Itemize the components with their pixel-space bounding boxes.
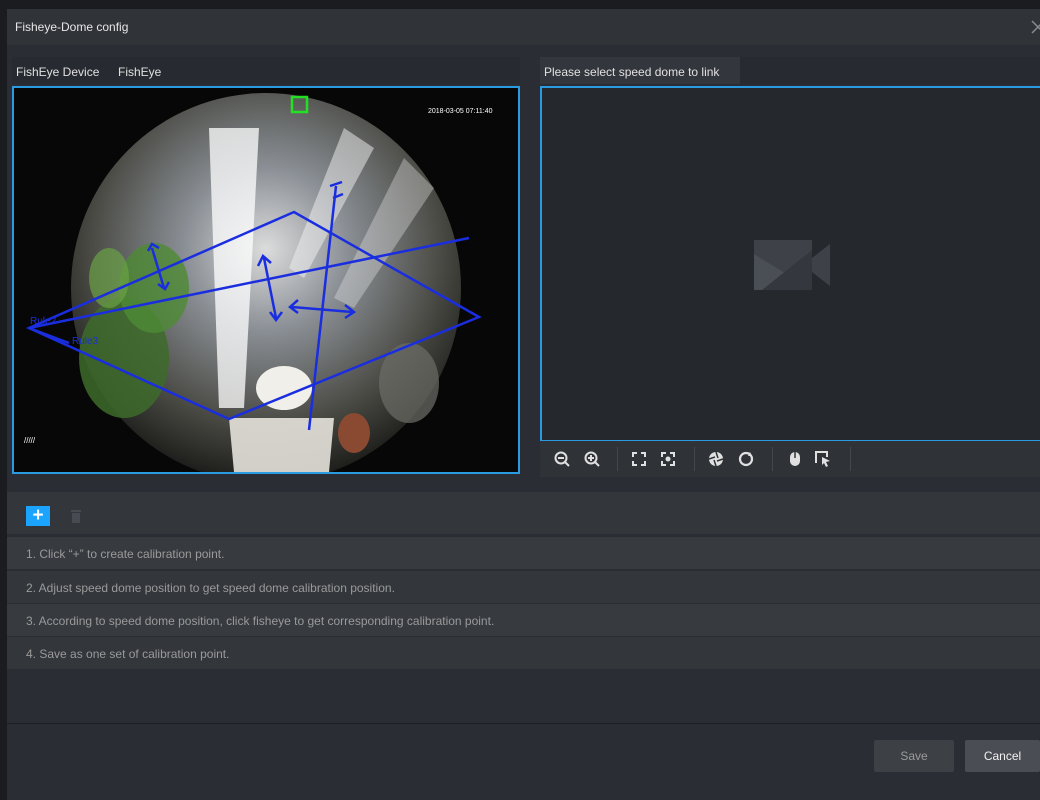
instruction-step: 1. Click “+” to create calibration point… xyxy=(7,537,1040,569)
speed-dome-tab[interactable]: Please select speed dome to link xyxy=(540,57,740,84)
camera-placeholder-icon xyxy=(754,240,830,290)
region-label-rule2: Rule2 xyxy=(30,316,57,327)
close-icon[interactable] xyxy=(1026,15,1040,39)
video-corner-text: ///// xyxy=(24,436,36,445)
title-bar: Fisheye-Dome config xyxy=(7,9,1040,45)
save-button[interactable]: Save xyxy=(874,740,954,772)
instruction-step-4: 4. Save as one set of calibration point. xyxy=(26,647,230,661)
ptz-toolbar xyxy=(540,441,1040,477)
fisheye-image[interactable]: Rule2 Rule3 2018-03-05 07:11:40 ///// xyxy=(14,88,518,472)
fisheye-channel-label[interactable]: FishEye xyxy=(118,65,161,79)
instruction-step-1: 1. Click “+” to create calibration point… xyxy=(26,547,225,561)
region-label-rule3: Rule3 xyxy=(72,336,99,347)
toolbar-divider xyxy=(617,447,618,471)
fisheye-device-label: FishEye Device xyxy=(16,65,100,79)
footer-divider xyxy=(7,723,1040,724)
instruction-step-2: 2. Adjust speed dome position to get spe… xyxy=(26,581,395,595)
zoom-in-icon[interactable] xyxy=(583,450,601,468)
dialog-title: Fisheye-Dome config xyxy=(15,20,129,34)
calibration-actions-bar: + xyxy=(7,492,1040,534)
instruction-step: 2. Adjust speed dome position to get spe… xyxy=(7,571,1040,603)
fisheye-video[interactable]: Rule2 Rule3 2018-03-05 07:11:40 ///// xyxy=(12,86,520,474)
refresh-icon[interactable] xyxy=(737,450,755,468)
select-area-icon[interactable] xyxy=(814,450,832,468)
fisheye-panel-header: FishEye Device FishEye xyxy=(12,57,520,84)
video-timestamp: 2018-03-05 07:11:40 xyxy=(428,108,493,115)
focus-icon[interactable] xyxy=(659,450,677,468)
instruction-step: 4. Save as one set of calibration point. xyxy=(7,637,1040,669)
speed-dome-video[interactable] xyxy=(540,86,1040,442)
iris-icon[interactable] xyxy=(707,450,725,468)
mouse-icon[interactable] xyxy=(786,450,804,468)
toolbar-divider xyxy=(694,447,695,471)
instruction-step: 3. According to speed dome position, cli… xyxy=(7,604,1040,636)
fisheye-dome-config-dialog: Fisheye-Dome config FishEye Device FishE… xyxy=(7,9,1040,800)
toolbar-divider xyxy=(850,447,851,471)
zoom-out-icon[interactable] xyxy=(553,450,571,468)
delete-icon[interactable] xyxy=(70,509,82,523)
fit-window-icon[interactable] xyxy=(630,450,648,468)
instruction-step-3: 3. According to speed dome position, cli… xyxy=(26,614,495,628)
toolbar-divider xyxy=(772,447,773,471)
speed-dome-tab-label: Please select speed dome to link xyxy=(544,65,720,79)
cancel-button[interactable]: Cancel xyxy=(965,740,1040,772)
add-calibration-button[interactable]: + xyxy=(26,506,50,526)
speed-dome-panel-header: Please select speed dome to link xyxy=(540,57,1040,84)
